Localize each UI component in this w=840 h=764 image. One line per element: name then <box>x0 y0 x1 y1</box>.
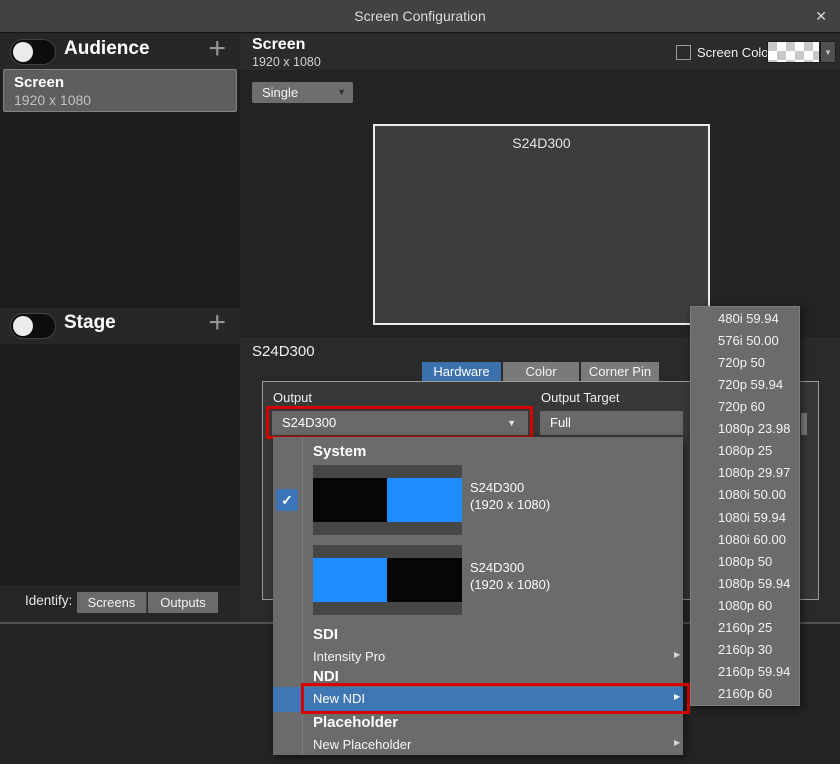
format-option[interactable]: 2160p 60 <box>691 683 799 705</box>
identify-label: Identify: <box>25 593 72 608</box>
page-resolution: 1920 x 1080 <box>252 55 321 69</box>
format-option[interactable]: 480i 59.94 <box>691 307 799 329</box>
screen-color-label: Screen Color <box>697 45 773 60</box>
screen-color-swatch[interactable] <box>767 41 820 63</box>
sidebar-item-screen[interactable]: Screen 1920 x 1080 <box>3 69 237 112</box>
output-label: Output <box>273 390 312 405</box>
output-section-title: S24D300 <box>252 343 315 360</box>
screen-item-resolution: 1920 x 1080 <box>14 92 91 108</box>
audience-header: Audience + <box>0 34 240 70</box>
format-option[interactable]: 576i 50.00 <box>691 329 799 351</box>
tab-corner-pin[interactable]: Corner Pin <box>581 362 659 381</box>
identify-outputs-button[interactable]: Outputs <box>148 592 218 613</box>
format-option[interactable]: 1080i 60.00 <box>691 528 799 550</box>
dialog-title: Screen Configuration <box>0 0 840 33</box>
screen-color-checkbox[interactable] <box>676 45 691 60</box>
format-option[interactable]: 1080p 60 <box>691 594 799 616</box>
page-title: Screen <box>252 36 305 54</box>
format-option[interactable]: 2160p 25 <box>691 617 799 639</box>
format-option[interactable]: 1080i 50.00 <box>691 484 799 506</box>
format-option[interactable]: 1080p 29.97 <box>691 462 799 484</box>
display-arrangement-thumbnail[interactable] <box>313 465 462 535</box>
annotation-rect-output <box>266 406 533 439</box>
output-target-label: Output Target <box>541 390 620 405</box>
menu-item-display-resolution: (1920 x 1080) <box>470 577 550 592</box>
tab-hardware[interactable]: Hardware <box>422 362 501 381</box>
add-audience-screen-icon[interactable]: + <box>208 32 226 66</box>
format-option[interactable]: 720p 50 <box>691 351 799 373</box>
stage-toggle[interactable] <box>10 313 56 339</box>
menu-section-system: System <box>313 443 366 460</box>
menu-item-display-name[interactable]: S24D300 <box>470 480 524 495</box>
monitor-other <box>313 478 387 522</box>
main-header: Screen 1920 x 1080 Screen Color ▼ <box>240 34 840 70</box>
screen-preview[interactable]: S24D300 <box>373 124 710 325</box>
menu-section-sdi: SDI <box>313 626 338 643</box>
output-target-value: Full <box>550 411 571 435</box>
screen-color-dropdown-icon[interactable]: ▼ <box>820 41 836 63</box>
layout-mode-select[interactable]: Single ▼ <box>252 82 353 103</box>
format-option[interactable]: 1080p 59.94 <box>691 572 799 594</box>
format-option[interactable]: 1080p 50 <box>691 550 799 572</box>
format-option[interactable]: 1080p 23.98 <box>691 418 799 440</box>
titlebar: Screen Configuration ✕ <box>0 0 840 33</box>
menu-item-intensity-pro[interactable]: Intensity Pro <box>313 649 385 664</box>
audience-toggle[interactable] <box>10 39 56 65</box>
output-target-select[interactable]: Full <box>540 411 683 435</box>
screen-item-name: Screen <box>14 74 64 91</box>
stage-label: Stage <box>64 312 116 334</box>
checkmark-icon: ✓ <box>276 489 298 511</box>
sidebar: Audience + Screen 1920 x 1080 Stage + Id… <box>0 34 240 622</box>
screen-configuration-dialog: Screen Configuration ✕ Audience + Screen… <box>0 0 840 764</box>
layout-mode-value: Single <box>262 82 298 103</box>
submenu-arrow-icon: ▶ <box>674 650 680 659</box>
chevron-down-icon: ▼ <box>337 82 346 103</box>
stage-header: Stage + <box>0 308 240 344</box>
annotation-rect-new-ndi <box>301 683 690 714</box>
panel-scrollbar-thumb[interactable] <box>801 413 807 435</box>
add-stage-screen-icon[interactable]: + <box>208 306 226 340</box>
identify-band: Identify: Screens Outputs <box>0 585 240 622</box>
menu-item-display-resolution: (1920 x 1080) <box>470 497 550 512</box>
monitor-selected <box>313 558 387 602</box>
tab-color[interactable]: Color <box>503 362 579 381</box>
menu-section-placeholder: Placeholder <box>313 714 398 731</box>
format-submenu: 480i 59.94 576i 50.00 720p 50 720p 59.94… <box>690 306 800 706</box>
identify-screens-button[interactable]: Screens <box>77 592 147 613</box>
menu-item-new-placeholder[interactable]: New Placeholder <box>313 737 411 752</box>
display-arrangement-thumbnail[interactable] <box>313 545 462 615</box>
audience-label: Audience <box>64 38 150 60</box>
format-option[interactable]: 1080p 25 <box>691 440 799 462</box>
preview-output-label: S24D300 <box>375 135 708 151</box>
monitor-selected <box>387 478 462 522</box>
monitor-other <box>387 558 462 602</box>
close-icon[interactable]: ✕ <box>815 0 827 33</box>
toggle-knob <box>13 316 33 336</box>
format-option[interactable]: 1080i 59.94 <box>691 506 799 528</box>
format-option[interactable]: 720p 59.94 <box>691 373 799 395</box>
format-option[interactable]: 720p 60 <box>691 395 799 417</box>
format-option[interactable]: 2160p 30 <box>691 639 799 661</box>
submenu-arrow-icon: ▶ <box>674 738 680 747</box>
format-option[interactable]: 2160p 59.94 <box>691 661 799 683</box>
menu-item-display-name[interactable]: S24D300 <box>470 560 524 575</box>
toggle-knob <box>13 42 33 62</box>
